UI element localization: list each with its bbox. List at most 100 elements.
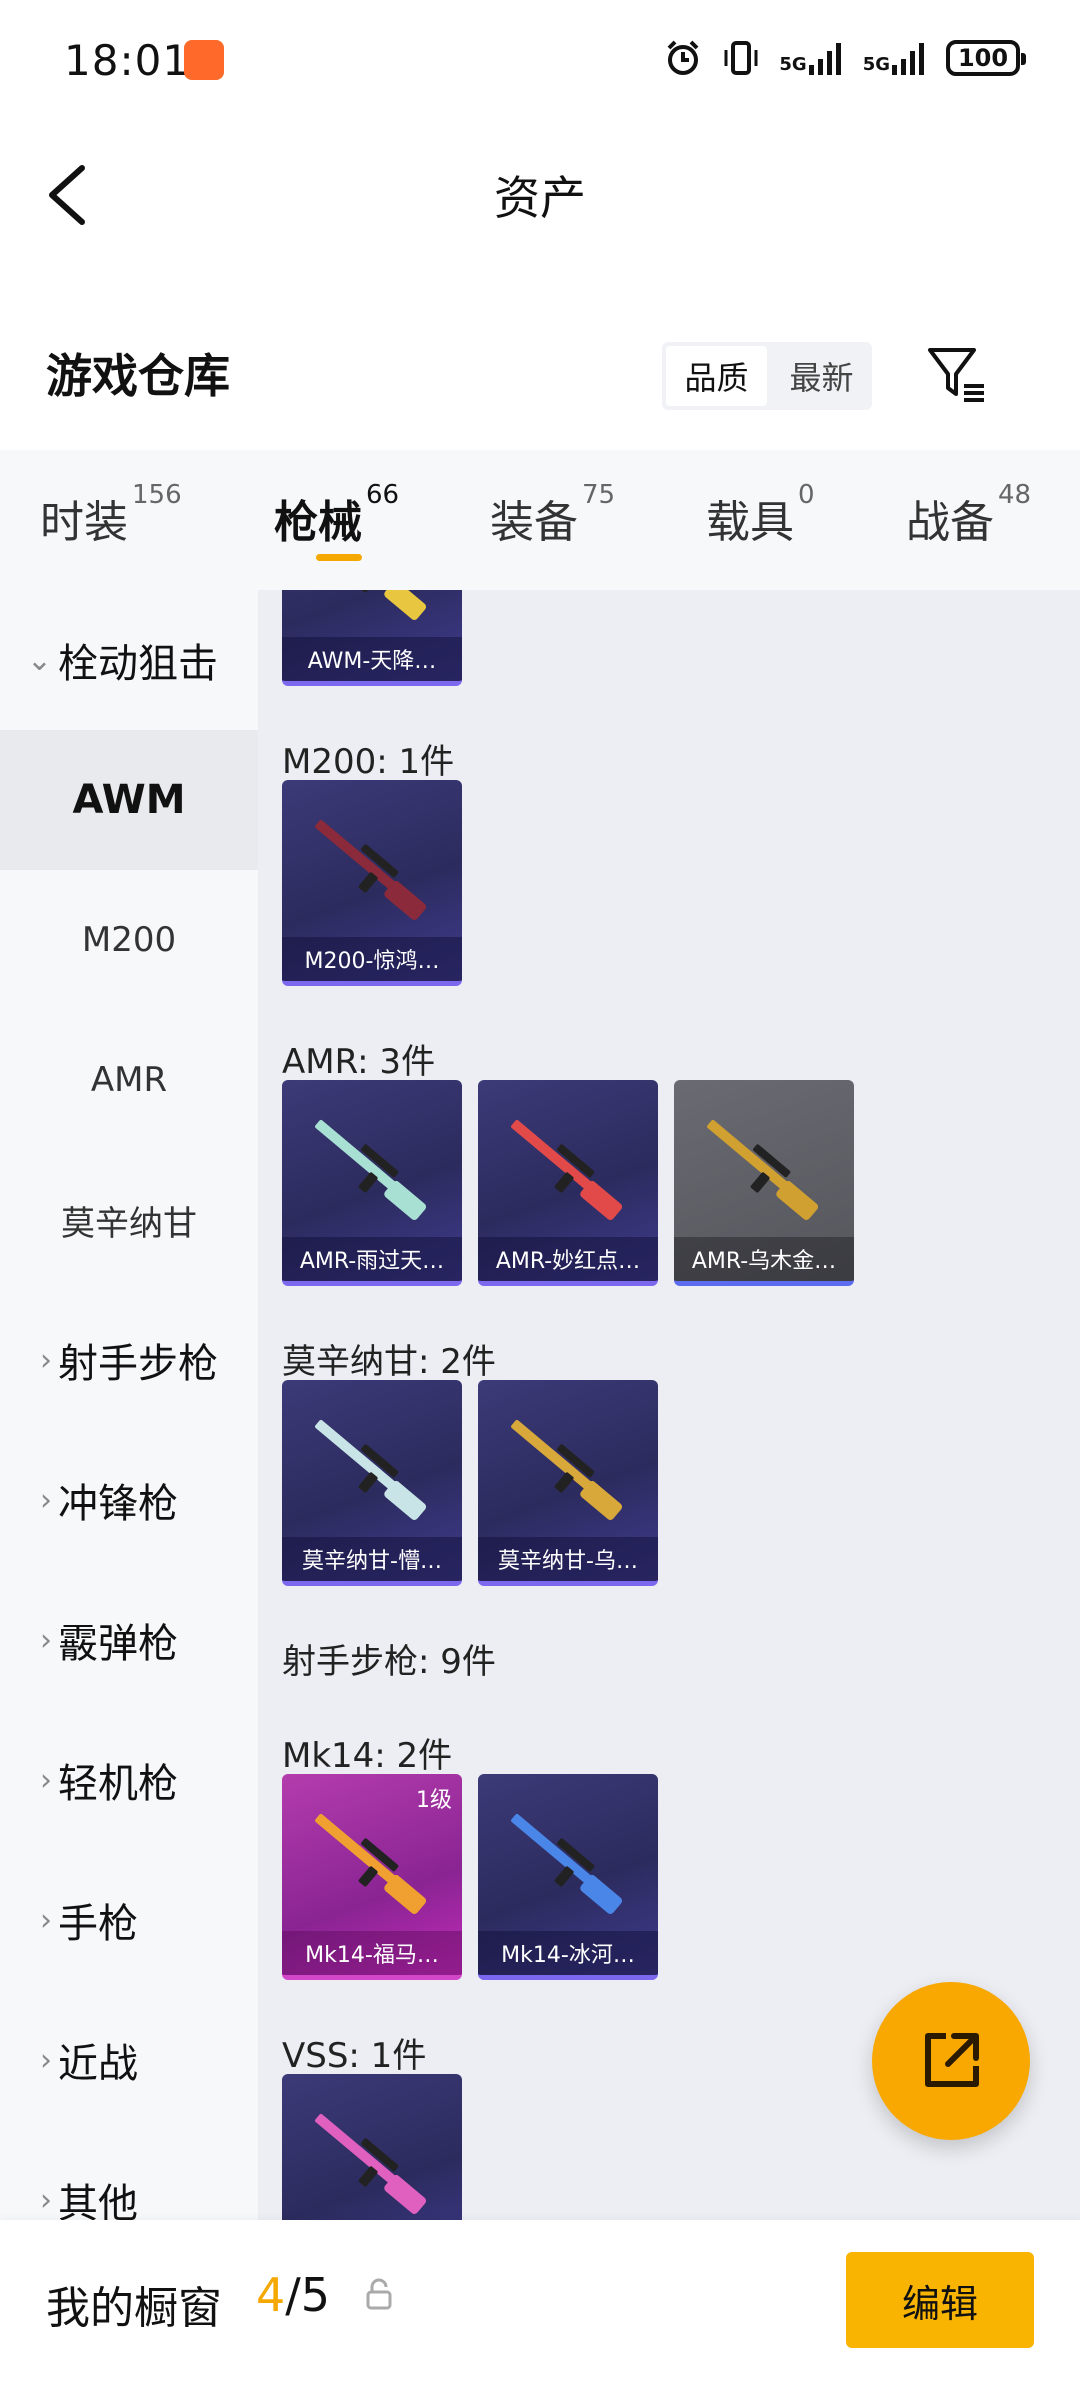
sidebar-item-pistol[interactable]: › 手枪 xyxy=(0,1850,258,1990)
sidebar-item-amr[interactable]: AMR xyxy=(0,1010,258,1150)
tab-label: 枪械 xyxy=(274,497,362,548)
asset-card[interactable]: M200-惊鸿… xyxy=(282,780,462,986)
tab-label: 载具 xyxy=(706,497,794,548)
group-label: Mk14: 2件 xyxy=(282,1736,453,1776)
battery-icon: 100 xyxy=(946,40,1026,76)
asset-card[interactable] xyxy=(282,2074,462,2220)
sidebar-item-label: 手枪 xyxy=(58,1901,138,1947)
sort-toggle: 品质 最新 xyxy=(662,342,872,410)
asset-card-name: Mk14-冰河… xyxy=(478,1931,658,1975)
sidebar-item-m200[interactable]: M200 xyxy=(0,870,258,1010)
chevron-right-icon: › xyxy=(40,2042,52,2078)
tab-vehicles[interactable]: 载具0 xyxy=(706,480,815,550)
tab-count: 48 xyxy=(998,480,1032,510)
tab-fashion[interactable]: 时装156 xyxy=(40,480,182,550)
signal-1-group: 5G xyxy=(779,41,844,75)
asset-card[interactable]: 莫辛纳甘-乌… xyxy=(478,1380,658,1586)
asset-list: AWM-天降… M200: 1件 M200-惊鸿… AMR: 3件 AMR-雨过天… AM… xyxy=(258,590,1080,2220)
sidebar-item-mosin[interactable]: 莫辛纳甘 xyxy=(0,1150,258,1290)
edit-button[interactable]: 编辑 xyxy=(846,2252,1034,2348)
asset-card[interactable]: AMR-妙红点… xyxy=(478,1080,658,1286)
status-icons: 5G 5G 100 xyxy=(663,38,1026,78)
rifle-icon xyxy=(511,1119,623,1220)
showcase-total: 5 xyxy=(300,2268,331,2322)
sidebar-item-label: AWM xyxy=(72,777,186,823)
lock-icon xyxy=(366,2278,392,2310)
sidebar-item-label: 冲锋枪 xyxy=(58,1481,178,1527)
chevron-right-icon: › xyxy=(40,2182,52,2218)
active-tab-indicator xyxy=(316,554,362,561)
group-label: AMR: 3件 xyxy=(282,1042,436,1082)
rifle-icon xyxy=(315,2113,427,2214)
sidebar-item-lmg[interactable]: › 轻机枪 xyxy=(0,1710,258,1850)
category-tabs: 时装156 枪械66 装备75 载具0 战备48 xyxy=(0,450,1080,590)
sidebar-item-bolt-action[interactable]: ⌄ 栓动狙击 xyxy=(0,590,258,730)
rifle-icon xyxy=(315,1813,427,1914)
tab-count: 66 xyxy=(366,480,400,510)
signal-2-group: 5G xyxy=(863,41,928,75)
group-label: M200: 1件 xyxy=(282,742,455,782)
tab-equipment[interactable]: 装备75 xyxy=(490,480,615,550)
filter-icon[interactable] xyxy=(924,342,990,408)
chevron-down-icon: ⌄ xyxy=(26,642,52,678)
group-label: 射手步枪: 9件 xyxy=(282,1642,496,1682)
rifle-icon xyxy=(315,1419,427,1520)
vibrate-icon xyxy=(724,41,758,75)
rifle-icon xyxy=(707,1119,819,1220)
app-notification-icon xyxy=(184,40,224,80)
status-time: 18:01 xyxy=(64,36,191,85)
showcase-separator: / xyxy=(285,2268,301,2322)
asset-card[interactable]: AWM-天降… xyxy=(282,590,462,686)
rifle-icon xyxy=(511,1813,623,1914)
tab-firearms[interactable]: 枪械66 xyxy=(274,480,399,550)
sidebar-item-shotgun[interactable]: › 霰弹枪 xyxy=(0,1570,258,1710)
asset-card-name: AMR-乌木金… xyxy=(674,1237,854,1281)
sidebar-item-label: 霰弹枪 xyxy=(58,1621,178,1667)
showcase-label: 我的橱窗 xyxy=(46,2283,222,2334)
rifle-icon xyxy=(511,1419,623,1520)
asset-card-name: Mk14-福马… xyxy=(282,1931,462,1975)
sidebar-item-other[interactable]: › 其他 xyxy=(0,2130,258,2220)
sidebar-item-label: 近战 xyxy=(58,2041,138,2087)
asset-card-name: M200-惊鸿… xyxy=(282,937,462,981)
asset-card[interactable]: AMR-乌木金… xyxy=(674,1080,854,1286)
section-header: 游戏仓库 品质 最新 xyxy=(0,320,1080,440)
sidebar-item-smg[interactable]: › 冲锋枪 xyxy=(0,1430,258,1570)
asset-card[interactable]: 莫辛纳甘-懵… xyxy=(282,1380,462,1586)
section-title: 游戏仓库 xyxy=(46,349,230,403)
tab-label: 战备 xyxy=(906,497,994,548)
share-button[interactable] xyxy=(872,1982,1030,2140)
asset-card[interactable]: AMR-雨过天… xyxy=(282,1080,462,1286)
chevron-right-icon: › xyxy=(40,1762,52,1798)
network-type-2: 5G xyxy=(862,54,890,75)
asset-card-name: AMR-雨过天… xyxy=(282,1237,462,1281)
group-label: VSS: 1件 xyxy=(282,2036,427,2076)
status-bar: 18:01 5G 5G 100 xyxy=(0,0,1080,130)
sort-option-quality[interactable]: 品质 xyxy=(666,346,767,406)
tab-count: 156 xyxy=(132,480,182,510)
sidebar-item-awm[interactable]: AWM xyxy=(0,730,258,870)
tab-supplies[interactable]: 战备48 xyxy=(906,480,1031,550)
sidebar-item-label: 其他 xyxy=(58,2181,138,2220)
asset-card-name: AWM-天降… xyxy=(282,637,462,681)
chevron-right-icon: › xyxy=(40,1342,52,1378)
sidebar-item-label: 轻机枪 xyxy=(58,1761,178,1807)
sidebar-item-label: 莫辛纳甘 xyxy=(61,1203,197,1244)
tab-count: 75 xyxy=(582,480,616,510)
page-title: 资产 xyxy=(494,171,586,225)
title-bar: 资产 xyxy=(0,130,1080,260)
chevron-right-icon: › xyxy=(40,1902,52,1938)
sort-option-newest[interactable]: 最新 xyxy=(771,342,872,410)
bottom-bar: 我的橱窗 4/5 编辑 xyxy=(0,2220,1080,2382)
share-icon xyxy=(925,2033,979,2087)
rifle-icon xyxy=(315,819,427,920)
rifle-icon xyxy=(315,1119,427,1220)
sidebar-item-marksman[interactable]: › 射手步枪 xyxy=(0,1290,258,1430)
sidebar-item-melee[interactable]: › 近战 xyxy=(0,1990,258,2130)
rifle-icon xyxy=(315,590,427,620)
tab-count: 0 xyxy=(798,480,815,510)
asset-card[interactable]: 1级 Mk14-福马… xyxy=(282,1774,462,1980)
signal-icon xyxy=(808,43,841,75)
tab-label: 装备 xyxy=(490,497,578,548)
asset-card[interactable]: Mk14-冰河… xyxy=(478,1774,658,1980)
